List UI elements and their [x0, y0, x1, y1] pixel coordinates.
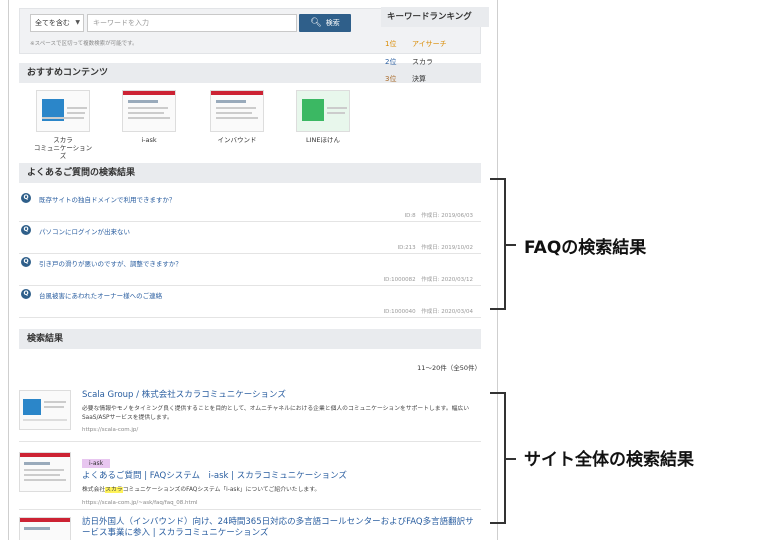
highlight-match: スカラ: [105, 487, 123, 493]
ranking-position: 3位: [385, 75, 397, 83]
recommended-item[interactable]: インバウンド: [207, 90, 267, 144]
faq-question-link[interactable]: 引き戸の滑りが悪いのですが、調整できますか？: [39, 258, 182, 268]
search-button-label: 検索: [325, 19, 340, 27]
recommended-label: LINEほけん: [305, 136, 340, 144]
search-button[interactable]: 🔍︎ 検索: [299, 14, 351, 32]
result-snippet: 株式会社スカラコミュニケーションズのFAQシステム「i-ask」についてご紹介い…: [82, 487, 321, 493]
ranking-heading: キーワードランキング: [381, 7, 489, 27]
search-input[interactable]: キーワードを入力: [87, 14, 297, 32]
scope-select[interactable]: 全てを含む ▼: [30, 14, 84, 32]
faq-meta: ID:1000082 作成日: 2020/03/12: [383, 277, 473, 283]
result-item: Scala Group / 株式会社スカラコミュニケーションズ 必要な情報やモノ…: [19, 390, 481, 442]
ranking-keyword-link[interactable]: 決算: [412, 75, 426, 83]
recommended-thumbnail: [122, 90, 176, 132]
result-body: 訪日外国人（インバウンド）向け、24時間365日対応の多言語コールセンターおよび…: [82, 517, 478, 539]
result-url: https://scala-com.jp/~ask/faq/faq_08.htm…: [82, 499, 198, 506]
ranking-position: 2位: [385, 58, 397, 66]
result-thumbnail[interactable]: [19, 452, 71, 492]
result-title-link[interactable]: よくあるご質問 | FAQシステム i-ask | スカラコミュニケーションズ: [82, 471, 478, 482]
faq-meta: ID:213 作成日: 2019/10/02: [397, 245, 473, 251]
faq-item[interactable]: Q 台風被害にあわれたオーナー様へのご連絡 ID:1000040 作成日: 20…: [19, 286, 481, 318]
faq-question-link[interactable]: パソコンにログインが出来ない: [39, 226, 130, 236]
search-page: 全てを含む ▼ キーワードを入力 🔍︎ 検索 ※スペースで区切って複数検索が可能で…: [8, 0, 498, 540]
scope-value: 全てを含む: [35, 19, 70, 27]
faq-question-link[interactable]: 台風被害にあわれたオーナー様へのご連絡: [39, 290, 162, 300]
chevron-down-icon: ▼: [75, 19, 80, 26]
ranking-item[interactable]: 2位 スカラ: [385, 57, 433, 67]
faq-heading: よくあるご質問の検索結果: [19, 163, 481, 183]
result-body: i-ask よくあるご質問 | FAQシステム i-ask | スカラコミュニケ…: [82, 450, 478, 506]
results-count: 11〜20件（全50件）: [417, 364, 481, 372]
question-icon: Q: [21, 225, 31, 235]
faq-item[interactable]: Q 既存サイトの独自ドメインで利用できますか？ ID:8 作成日: 2019/0…: [19, 190, 481, 222]
ranking-keyword-link[interactable]: アイサーチ: [412, 40, 447, 48]
result-tag: i-ask: [82, 459, 111, 468]
result-url: https://scala-com.jp/: [82, 427, 139, 433]
faq-annotation: FAQの検索結果: [524, 238, 647, 258]
ranking-keyword-link[interactable]: スカラ: [412, 58, 433, 66]
results-heading: 検索結果: [19, 329, 481, 349]
ranking-item[interactable]: 3位 決算: [385, 74, 426, 84]
recommended-thumbnail: [36, 90, 90, 132]
question-icon: Q: [21, 257, 31, 267]
faq-item[interactable]: Q パソコンにログインが出来ない ID:213 作成日: 2019/10/02: [19, 222, 481, 254]
faq-item[interactable]: Q 引き戸の滑りが悪いのですが、調整できますか？ ID:1000082 作成日:…: [19, 254, 481, 286]
search-icon: 🔍︎: [310, 18, 322, 28]
recommended-thumbnail: [210, 90, 264, 132]
search-hint: ※スペースで区切って複数検索が可能です。: [30, 41, 138, 47]
result-body: Scala Group / 株式会社スカラコミュニケーションズ 必要な情報やモノ…: [82, 390, 478, 433]
result-thumbnail[interactable]: [19, 390, 71, 430]
result-item: i-ask よくあるご質問 | FAQシステム i-ask | スカラコミュニケ…: [19, 450, 481, 510]
result-thumbnail[interactable]: [19, 517, 71, 540]
faq-bracket: [490, 178, 516, 310]
recommended-item[interactable]: LINEほけん: [293, 90, 353, 144]
search-placeholder: キーワードを入力: [93, 19, 149, 27]
result-title-link[interactable]: Scala Group / 株式会社スカラコミュニケーションズ: [82, 390, 478, 401]
site-annotation: サイト全体の検索結果: [524, 450, 694, 470]
recommended-label: インバウンド: [217, 136, 257, 144]
faq-meta: ID:1000040 作成日: 2020/03/04: [383, 309, 473, 315]
ranking-position: 1位: [385, 40, 397, 48]
recommended-item[interactable]: i-ask: [119, 90, 179, 144]
recommended-thumbnail: [296, 90, 350, 132]
result-item: 訪日外国人（インバウンド）向け、24時間365日対応の多言語コールセンターおよび…: [19, 517, 481, 540]
recommended-item[interactable]: スカラ コミュニケーションズ: [33, 90, 93, 160]
ranking-item[interactable]: 1位 アイサーチ: [385, 39, 447, 49]
question-icon: Q: [21, 193, 31, 203]
recommended-label: スカラ コミュニケーションズ: [33, 136, 93, 160]
result-title-link[interactable]: 訪日外国人（インバウンド）向け、24時間365日対応の多言語コールセンターおよび…: [82, 517, 478, 539]
question-icon: Q: [21, 289, 31, 299]
recommended-label: i-ask: [141, 136, 157, 144]
result-snippet: 必要な情報やモノをタイミング良く提供することを目的として、オムニチャネルにおける…: [82, 406, 470, 421]
faq-meta: ID:8 作成日: 2019/06/03: [404, 213, 473, 219]
faq-question-link[interactable]: 既存サイトの独自ドメインで利用できますか？: [39, 194, 176, 204]
site-bracket: [490, 392, 516, 524]
